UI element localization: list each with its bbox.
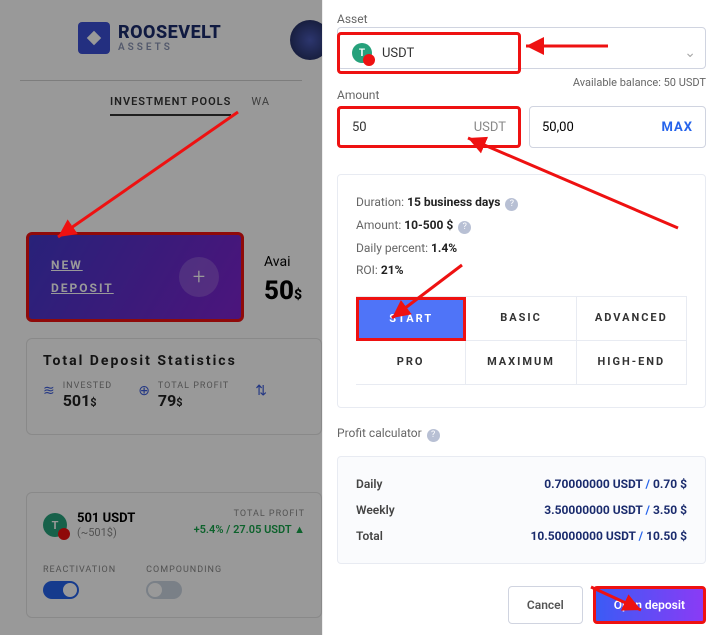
compounding-toggle[interactable]	[146, 581, 182, 599]
max-button[interactable]: MAX	[662, 120, 693, 135]
compounding-label: COMPOUNDING	[146, 565, 222, 575]
usdt-icon: T	[43, 513, 67, 537]
plus-icon: +	[179, 257, 219, 297]
profit-calculator: Daily0.70000000 USDT / 0.70 $ Weekly3.50…	[337, 456, 706, 564]
asset-select[interactable]: T USDT	[337, 32, 521, 74]
deposit-amount: 501 USDT	[77, 511, 135, 526]
available-label: Avai	[264, 254, 302, 270]
usdt-icon: T	[352, 43, 372, 63]
asset-value: USDT	[382, 46, 414, 61]
available-balance: Available balance: 50 USDT	[573, 76, 706, 89]
amount-label: Amount	[337, 88, 379, 102]
plan-basic[interactable]: BASIC	[466, 297, 576, 341]
plan-maximum[interactable]: MAXIMUM	[466, 341, 576, 385]
amount-input[interactable]: 50 USDT	[337, 106, 521, 148]
logo-mark-icon	[78, 22, 110, 54]
deposit-card[interactable]: T 501 USDT (~501$) TOTAL PROFIT +5.4% / …	[26, 492, 322, 618]
nav-tabs: INVESTMENT POOLS WA	[0, 81, 322, 126]
cancel-button[interactable]: Cancel	[508, 586, 583, 624]
reactivation-toggle[interactable]	[43, 581, 79, 599]
arrows-icon: ⇅	[255, 383, 267, 399]
card-profit-value: +5.4% / 27.05 USDT ▲	[194, 523, 305, 536]
reactivation-label: REACTIVATION	[43, 565, 116, 575]
new-deposit-line1: NEW	[51, 258, 83, 272]
new-deposit-line2: DEPOSIT	[51, 281, 114, 295]
plan-start[interactable]: START	[356, 297, 466, 341]
deposit-usd: (~501$)	[77, 526, 135, 539]
profit-icon: ⊕	[138, 383, 150, 399]
asset-label: Asset	[337, 12, 706, 26]
invested-icon: ≋	[43, 383, 55, 399]
invested-label: INVESTED	[63, 381, 112, 391]
profit-label: TOTAL PROFIT	[158, 381, 229, 391]
brand-sub: ASSETS	[118, 42, 221, 53]
plan-pro[interactable]: PRO	[356, 341, 466, 385]
plan-info-box: Duration: 15 business days ? Amount: 10-…	[337, 174, 706, 408]
help-icon[interactable]: ?	[458, 221, 471, 234]
brand-logo: ROOSEVELT ASSETS	[0, 0, 322, 54]
plan-highend[interactable]: HIGH-END	[577, 341, 687, 385]
brand-name: ROOSEVELT	[118, 24, 221, 42]
plan-advanced[interactable]: ADVANCED	[577, 297, 687, 341]
new-deposit-button[interactable]: NEW DEPOSIT +	[26, 232, 244, 322]
deposit-panel: Asset T USDT ⌄ Amount Available balance:…	[322, 0, 720, 635]
calc-label: Profit calculator	[337, 426, 422, 440]
chevron-down-icon: ⌄	[684, 45, 696, 61]
open-deposit-button[interactable]: Open deposit	[593, 586, 706, 624]
stats-box: Total Deposit Statistics ≋ INVESTED 501$…	[26, 338, 322, 435]
tab-wallet[interactable]: WA	[251, 95, 270, 116]
help-icon[interactable]: ?	[427, 429, 440, 442]
tab-investment-pools[interactable]: INVESTMENT POOLS	[110, 95, 231, 116]
available-value: 50	[264, 276, 294, 306]
stats-title: Total Deposit Statistics	[43, 353, 305, 369]
card-profit-label: TOTAL PROFIT	[194, 509, 305, 519]
amount-display: 50,00 MAX	[529, 106, 706, 148]
help-icon[interactable]: ?	[505, 198, 518, 211]
